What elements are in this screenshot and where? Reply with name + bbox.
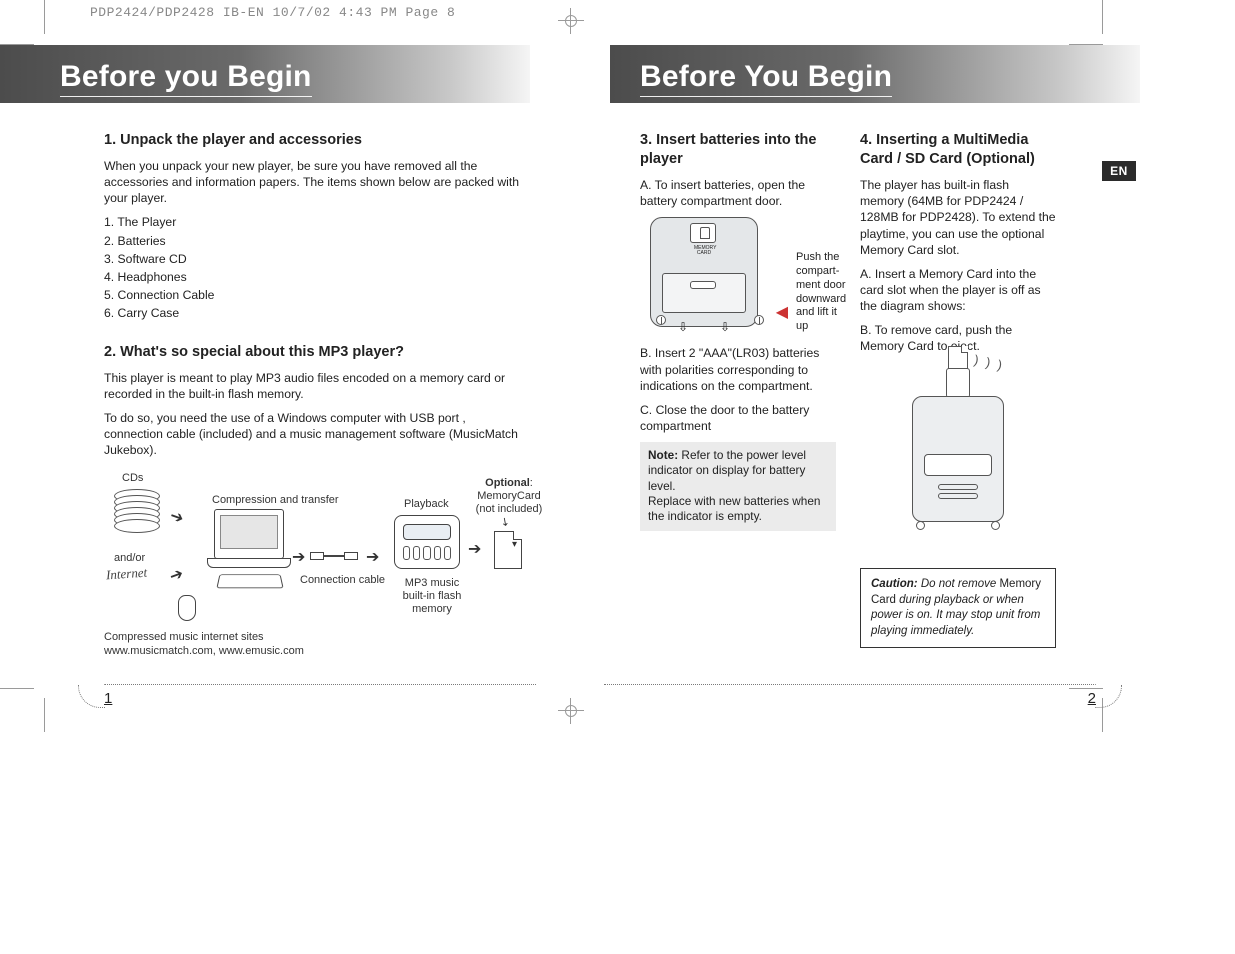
arrow-icon: ➔ [167,505,187,529]
special-p2: To do so, you need the use of a Windows … [104,410,520,458]
label-compression: Compression and transfer [212,493,339,508]
column-memorycard: 4. Inserting a MultiMedia Card / SD Card… [860,131,1056,648]
language-tab: EN [1102,161,1136,181]
arrow-icon: ➔ [468,539,481,560]
label-andor: and/or [114,551,145,566]
heading-special: 2. What's so special about this MP3 play… [104,343,520,362]
label-internet: Internet [105,563,147,583]
footnote-sites: Compressed music internet sites www.musi… [104,631,304,659]
list-item: 6. Carry Case [104,305,520,321]
section-title-bar: Before you Begin [0,45,530,103]
page-number: 2 [1088,690,1096,707]
page-thumb-cut [104,684,536,685]
page-number: 1 [104,690,112,707]
list-item: 3. Software CD [104,251,520,267]
memory-card-icon: ▾ [494,531,522,569]
step-a: A. Insert a Memory Card into the card sl… [860,266,1056,314]
workflow-diagram: CDs and/or Internet ➔ ➔ Compression and … [104,469,520,659]
page-right: EN Before You Begin 3. Insert batteries … [610,45,1096,685]
crop-tick [44,0,45,34]
list-item: 1. The Player [104,214,520,230]
page-thumb-cut [604,684,1096,685]
label-player-caption: MP3 music built-in flash memory [396,577,468,617]
list-item: 5. Connection Cable [104,287,520,303]
special-p1: This player is meant to play MP3 audio f… [104,370,520,402]
crop-tick [1102,0,1103,34]
print-slug: PDP2424/PDP2428 IB-EN 10/7/02 4:43 PM Pa… [90,5,455,20]
label-playback: Playback [404,497,449,512]
heading-unpack: 1. Unpack the player and accessories [104,131,520,150]
battery-note-box: Note: Refer to the power level indicator… [640,442,836,531]
registration-mark [562,12,580,30]
push-door-note: Push the compart-ment door downward and … [796,251,852,334]
arrow-icon: ➔ [167,563,187,587]
arrow-icon: ➔ [292,547,305,568]
caution-box: Caution: Do not remove Memory Card durin… [860,568,1056,648]
usb-cable-icon [310,549,358,563]
page-left: Before you Begin 1. Unpack the player an… [44,45,530,685]
step-c: C. Close the door to the battery compart… [640,402,836,434]
heading-batteries: 3. Insert batteries into the player [640,131,836,169]
registration-mark [562,702,580,720]
computer-icon [214,509,284,590]
heading-memorycard: 4. Inserting a MultiMedia Card / SD Card… [860,131,1056,169]
list-item: 4. Headphones [104,269,520,285]
label-cds: CDs [122,471,143,486]
section-title: Before You Begin [640,60,892,97]
insert-card-diagram: ) ) ) [898,368,1018,538]
memorycard-intro: The player has built-in flash memory (64… [860,177,1056,257]
mp3-player-icon [394,515,460,569]
crop-tick [44,698,45,732]
arrow-icon: ➔ [366,547,379,568]
label-cable: Connection cable [300,573,385,588]
unpack-intro: When you unpack your new player, be sure… [104,158,520,206]
section-title: Before you Begin [60,60,312,97]
step-b: B. Insert 2 "AAA"(LR03) batteries with p… [640,345,836,393]
step-a: A. To insert batteries, open the battery… [640,177,836,209]
section-title-bar: Before You Begin [610,45,1140,103]
list-item: 2. Batteries [104,233,520,249]
accessory-list: 1. The Player 2. Batteries 3. Software C… [104,214,520,321]
battery-door-diagram: MEMORY CARD ⇩⇩ ◀ [640,217,790,337]
crop-tick [0,688,34,689]
column-batteries: 3. Insert batteries into the player A. T… [640,131,836,648]
cd-stack-icon [114,489,160,549]
label-optional: Optional: MemoryCard (not included) [474,477,544,517]
